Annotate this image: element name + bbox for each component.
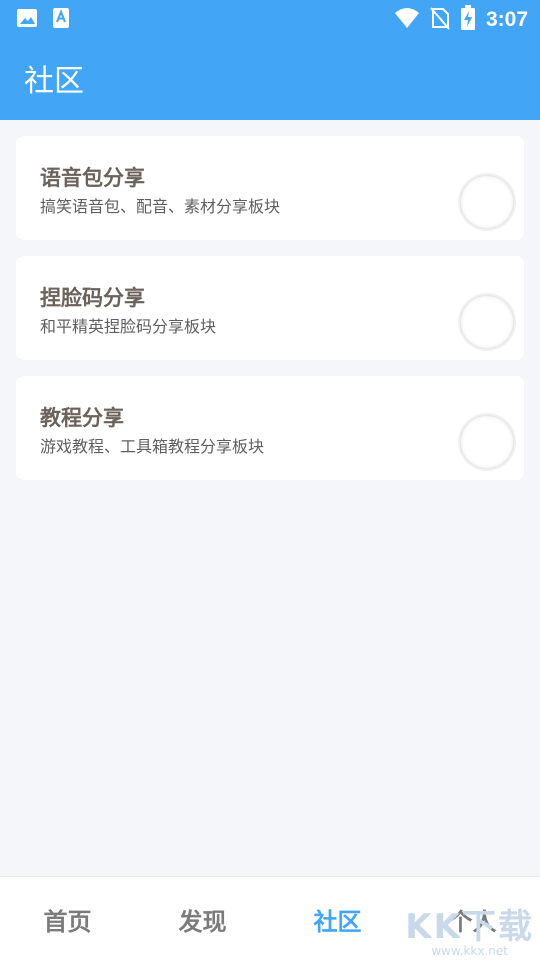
section-card-voice-pack[interactable]: 语音包分享 搞笑语音包、配音、素材分享板块 <box>16 136 524 240</box>
tab-home[interactable]: 首页 <box>0 877 135 961</box>
watermark: KK下载 www.kkx.net <box>405 910 534 958</box>
tab-discover[interactable]: 发现 <box>135 877 270 961</box>
section-title: 语音包分享 <box>40 166 145 190</box>
section-card-face-code[interactable]: 捏脸码分享 和平精英捏脸码分享板块 <box>16 256 524 360</box>
wifi-icon <box>394 7 420 33</box>
status-bar: 3:07 <box>0 0 540 36</box>
section-subtitle: 游戏教程、工具箱教程分享板块 <box>40 437 265 456</box>
section-card-tutorial[interactable]: 教程分享 游戏教程、工具箱教程分享板块 <box>16 376 524 480</box>
tab-community[interactable]: 社区 <box>270 877 405 961</box>
section-list: 语音包分享 搞笑语音包、配音、素材分享板块 捏脸码分享 和平精英捏脸码分享板块 … <box>16 136 524 496</box>
section-title: 教程分享 <box>40 406 124 430</box>
section-thumbnail <box>460 295 514 349</box>
text-a-icon <box>52 7 70 33</box>
image-icon <box>16 8 38 32</box>
watermark-logo: KK下载 <box>405 907 534 947</box>
no-sim-icon <box>430 6 450 34</box>
page-title: 社区 <box>24 64 84 99</box>
app-bar: 社区 <box>0 36 540 120</box>
section-subtitle: 和平精英捏脸码分享板块 <box>40 317 217 336</box>
section-title: 捏脸码分享 <box>40 286 145 310</box>
section-thumbnail <box>460 415 514 469</box>
section-subtitle: 搞笑语音包、配音、素材分享板块 <box>40 197 281 216</box>
section-thumbnail <box>460 175 514 229</box>
clock-time: 3:07 <box>485 8 528 31</box>
battery-charging-icon <box>460 5 476 35</box>
